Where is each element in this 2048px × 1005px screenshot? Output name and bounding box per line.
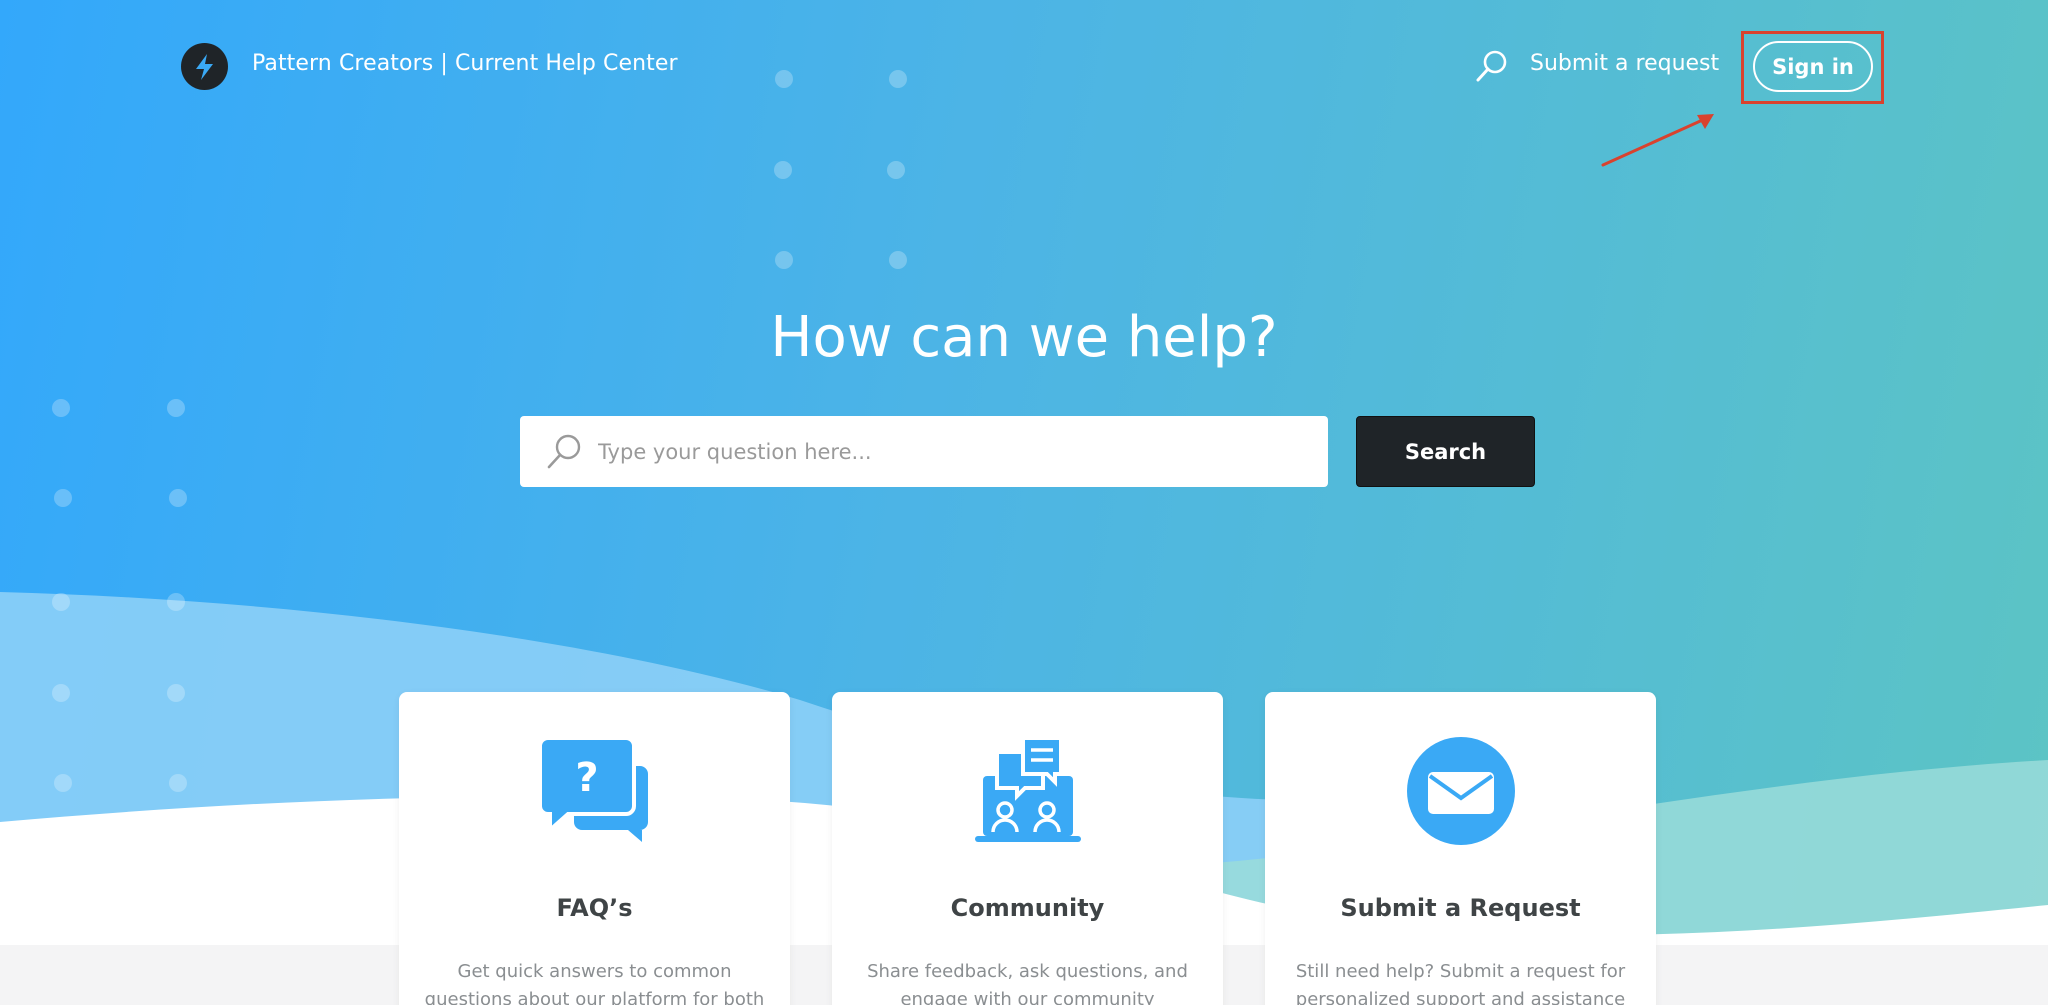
logo-lightning-icon[interactable] bbox=[181, 43, 228, 90]
card-description: Share feedback, ask questions, and engag… bbox=[867, 961, 1188, 1005]
community-laptop-icon bbox=[975, 736, 1081, 842]
envelope-icon bbox=[1407, 737, 1515, 845]
submit-request-link[interactable]: Submit a request bbox=[1530, 51, 1719, 76]
card-title: FAQ’s bbox=[556, 894, 633, 922]
faq-card[interactable]: ? FAQ’s Get quick answers to common ques… bbox=[399, 692, 790, 1005]
submit-request-card[interactable]: Submit a Request Still need help? Submit… bbox=[1265, 692, 1656, 1005]
card-description: Get quick answers to common questions ab… bbox=[424, 961, 765, 1005]
search-button[interactable]: Search bbox=[1356, 416, 1535, 487]
top-navigation: Pattern Creators | Current Help Center S… bbox=[0, 0, 2048, 167]
community-card[interactable]: Community Share feedback, ask questions,… bbox=[832, 692, 1223, 1005]
faq-chat-question-icon: ? bbox=[540, 736, 648, 842]
search-icon[interactable] bbox=[1474, 48, 1510, 84]
search-field-icon bbox=[547, 434, 581, 469]
svg-text:?: ? bbox=[575, 755, 598, 801]
annotation-arrow-icon bbox=[1601, 114, 1714, 167]
card-description: Still need help? Submit a request for pe… bbox=[1295, 961, 1626, 1005]
search-bar bbox=[520, 416, 1328, 487]
sign-in-button[interactable]: Sign in bbox=[1753, 41, 1873, 92]
card-title: Submit a Request bbox=[1340, 894, 1581, 922]
search-input[interactable] bbox=[598, 416, 1308, 487]
page-title: How can we help? bbox=[770, 305, 1278, 370]
card-title: Community bbox=[950, 894, 1105, 922]
brand-name[interactable]: Pattern Creators | Current Help Center bbox=[252, 51, 678, 76]
